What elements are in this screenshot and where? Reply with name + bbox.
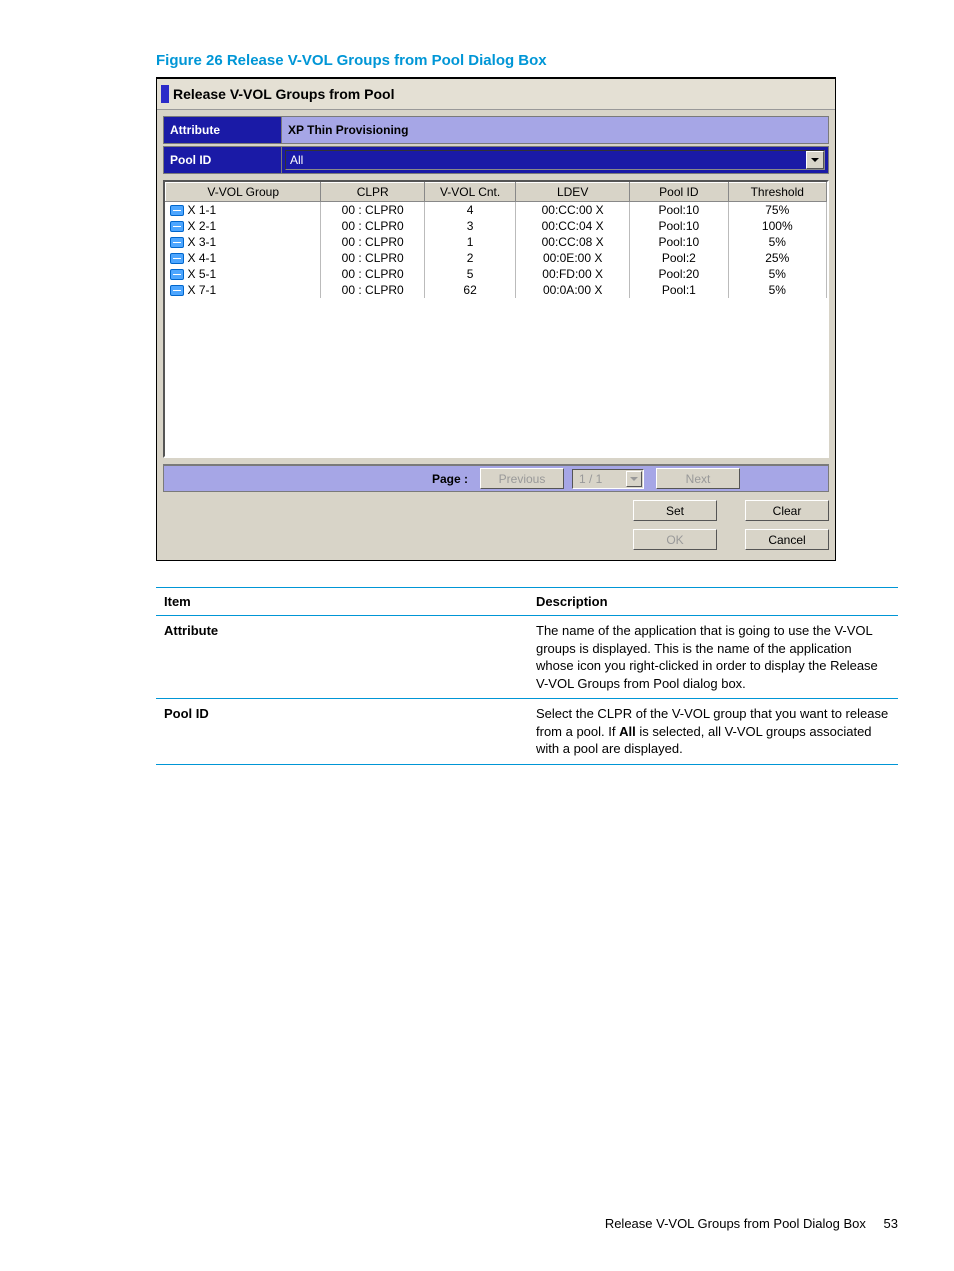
col-header-cnt[interactable]: V-VOL Cnt. bbox=[425, 183, 516, 202]
table-row[interactable]: X 5-100 : CLPR0500:FD:00 XPool:205% bbox=[166, 266, 827, 282]
page-current: 1 / 1 bbox=[579, 472, 602, 486]
dialog-window: Release V-VOL Groups from Pool Attribute… bbox=[156, 77, 836, 561]
page-number: 53 bbox=[884, 1216, 898, 1231]
page-label: Page : bbox=[432, 472, 468, 486]
table-row[interactable]: X 4-100 : CLPR0200:0E:00 XPool:225% bbox=[166, 250, 827, 266]
set-button[interactable]: Set bbox=[633, 500, 717, 521]
col-header-threshold[interactable]: Threshold bbox=[728, 183, 826, 202]
desc-header-item: Item bbox=[156, 588, 528, 616]
figure-caption: Figure 26 Release V-VOL Groups from Pool… bbox=[156, 52, 898, 69]
table-row[interactable]: X 1-100 : CLPR0400:CC:00 XPool:1075% bbox=[166, 202, 827, 219]
vvol-group-icon bbox=[170, 253, 184, 264]
pool-id-label: Pool ID bbox=[164, 147, 282, 173]
desc-header-desc: Description bbox=[528, 588, 898, 616]
chevron-down-icon[interactable] bbox=[806, 151, 824, 169]
desc-item: Attribute bbox=[156, 616, 528, 699]
pool-id-row: Pool ID All bbox=[163, 146, 829, 174]
attribute-label: Attribute bbox=[164, 117, 282, 143]
description-table: Item Description Attribute The name of t… bbox=[156, 587, 898, 765]
dialog-title-text: Release V-VOL Groups from Pool bbox=[173, 86, 394, 102]
desc-text: The name of the application that is goin… bbox=[528, 616, 898, 699]
table-row[interactable]: X 2-100 : CLPR0300:CC:04 XPool:10100% bbox=[166, 218, 827, 234]
page-dropdown[interactable]: 1 / 1 bbox=[572, 469, 644, 489]
table-row[interactable]: X 7-100 : CLPR06200:0A:00 XPool:15% bbox=[166, 282, 827, 298]
chevron-down-icon[interactable] bbox=[626, 471, 642, 487]
col-header-group[interactable]: V-VOL Group bbox=[166, 183, 321, 202]
vvol-group-icon bbox=[170, 237, 184, 248]
vvol-group-icon bbox=[170, 221, 184, 232]
attribute-row: Attribute XP Thin Provisioning bbox=[163, 116, 829, 144]
col-header-ldev[interactable]: LDEV bbox=[516, 183, 630, 202]
ok-button[interactable]: OK bbox=[633, 529, 717, 550]
previous-button[interactable]: Previous bbox=[480, 468, 564, 489]
desc-row: Pool ID Select the CLPR of the V-VOL gro… bbox=[156, 699, 898, 765]
vvol-group-table[interactable]: V-VOL Group CLPR V-VOL Cnt. LDEV Pool ID… bbox=[165, 182, 827, 298]
pool-id-selected: All bbox=[290, 153, 303, 167]
attribute-value: XP Thin Provisioning bbox=[282, 117, 828, 143]
pool-id-dropdown[interactable]: All bbox=[285, 150, 825, 170]
page-footer: Release V-VOL Groups from Pool Dialog Bo… bbox=[605, 1216, 898, 1231]
desc-text: Select the CLPR of the V-VOL group that … bbox=[528, 699, 898, 765]
col-header-clpr[interactable]: CLPR bbox=[321, 183, 425, 202]
vvol-group-icon bbox=[170, 269, 184, 280]
next-button[interactable]: Next bbox=[656, 468, 740, 489]
grid-empty-area bbox=[165, 298, 827, 456]
vvol-group-icon bbox=[170, 285, 184, 296]
pager-bar: Page : Previous 1 / 1 Next bbox=[163, 464, 829, 492]
cancel-button[interactable]: Cancel bbox=[745, 529, 829, 550]
col-header-pool[interactable]: Pool ID bbox=[630, 183, 728, 202]
desc-item: Pool ID bbox=[156, 699, 528, 765]
table-row[interactable]: X 3-100 : CLPR0100:CC:08 XPool:105% bbox=[166, 234, 827, 250]
footer-title: Release V-VOL Groups from Pool Dialog Bo… bbox=[605, 1216, 866, 1231]
title-mark-icon bbox=[161, 85, 169, 103]
clear-button[interactable]: Clear bbox=[745, 500, 829, 521]
desc-row: Attribute The name of the application th… bbox=[156, 616, 898, 699]
vvol-group-icon bbox=[170, 205, 184, 216]
dialog-titlebar: Release V-VOL Groups from Pool bbox=[157, 79, 835, 110]
